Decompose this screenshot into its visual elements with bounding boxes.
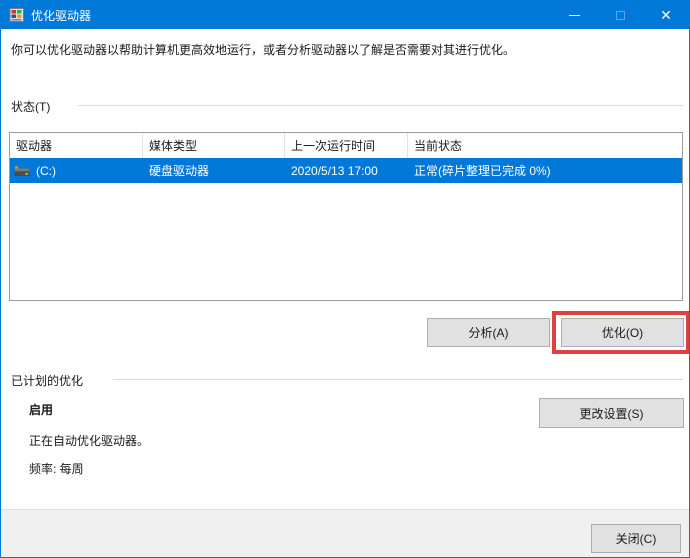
- scheduled-description: 正在自动优化驱动器。: [29, 434, 150, 448]
- status-separator: [78, 105, 683, 106]
- scheduled-frequency: 频率: 每周: [29, 462, 84, 476]
- drive-cell: (C:): [10, 163, 143, 179]
- column-header-drive[interactable]: 驱动器: [10, 133, 143, 158]
- table-row-drive-c[interactable]: (C:) 硬盘驱动器 2020/5/13 17:00 正常(碎片整理已完成 0%…: [10, 158, 682, 183]
- minimize-button[interactable]: [551, 1, 597, 29]
- media-type-cell: 硬盘驱动器: [149, 164, 210, 178]
- optimize-button[interactable]: 优化(O): [561, 318, 684, 347]
- column-header-last-run[interactable]: 上一次运行时间: [285, 133, 408, 158]
- column-header-current-status[interactable]: 当前状态: [408, 133, 682, 158]
- titlebar: 优化驱动器 ✕: [1, 1, 689, 29]
- listview-header: 驱动器 媒体类型 上一次运行时间 当前状态: [10, 133, 682, 158]
- analyze-button[interactable]: 分析(A): [427, 318, 550, 347]
- current-status-cell: 正常(碎片整理已完成 0%): [414, 164, 551, 178]
- last-run-cell: 2020/5/13 17:00: [291, 163, 378, 178]
- maximize-button: [597, 1, 643, 29]
- scheduled-section-label: 已计划的优化: [11, 374, 84, 388]
- hard-drive-icon: [14, 164, 30, 176]
- close-window-button[interactable]: ✕: [643, 1, 689, 29]
- window-title: 优化驱动器: [31, 8, 92, 23]
- scheduled-separator: [113, 379, 683, 380]
- window-controls: ✕: [551, 1, 689, 29]
- dialog-description: 你可以优化驱动器以帮助计算机更高效地运行，或者分析驱动器以了解是否需要对其进行优…: [11, 43, 516, 57]
- defrag-app-icon: [9, 8, 24, 22]
- column-header-media-type[interactable]: 媒体类型: [143, 133, 285, 158]
- scheduled-state: 启用: [29, 403, 54, 417]
- change-settings-button[interactable]: 更改设置(S): [539, 398, 684, 428]
- close-dialog-button[interactable]: 关闭(C): [591, 524, 681, 553]
- drives-listview[interactable]: 驱动器 媒体类型 上一次运行时间 当前状态 (C:) 硬盘驱动器 2020/5/…: [9, 132, 683, 301]
- dialog-footer: [1, 509, 689, 557]
- status-section-label: 状态(T): [11, 100, 51, 114]
- optimize-drives-dialog: 优化驱动器 ✕ 你可以优化驱动器以帮助计算机更高效地运行，或者分析驱动器以了解是…: [0, 0, 690, 558]
- drive-label: (C:): [36, 163, 56, 178]
